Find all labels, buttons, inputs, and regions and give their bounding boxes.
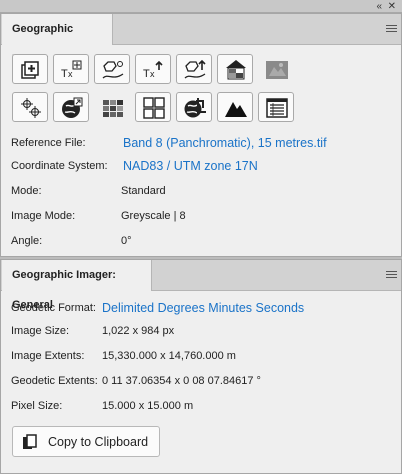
image-extents-label: Image Extents: [11,350,85,362]
globe-transform-icon [62,97,83,118]
attribute-table-button[interactable] [258,92,294,122]
terrain-button[interactable] [217,92,253,122]
geodetic-format-link[interactable]: Delimited Degrees Minutes Seconds [102,300,304,316]
text-transform-button[interactable]: Tx [53,54,89,84]
pixel-size-value: 15.000 x 15.000 m [102,400,194,412]
svg-text:x: x [150,69,155,79]
globe-crop-button[interactable] [176,92,212,122]
add-images-icon [21,61,39,79]
image-size-label: Image Size: [11,325,70,337]
tab-geographic-imager[interactable]: Geographic Imager [2,14,113,65]
disabled-raster-button [258,54,294,84]
mosaic-button[interactable] [217,54,253,84]
text-transform-icon: Tx [61,60,82,80]
window-title-bar: « ✕ [0,0,402,13]
tab-geographic-imager-general[interactable]: Geographic Imager: General [2,260,152,311]
globe-crop-icon [184,98,206,118]
collapse-panels-icon[interactable]: « [376,0,382,13]
mosaic-icon [226,60,246,80]
image-extents-value: 15,330.000 x 14,760.000 m [102,350,236,362]
add-images-button[interactable] [12,54,48,84]
geodetic-extents-label: Geodetic Extents: [11,375,98,387]
crosshair-icon [21,98,41,118]
geodetic-extents-value: 0 11 37.06354 x 0 08 07.84617 ° [102,375,261,387]
angle-label: Angle: [11,235,43,247]
geographic-imager-panel: Geographic Imager Tx Tx [0,13,402,257]
geographic-imager-general-panel: Geographic Imager: General Geodetic Form… [0,259,402,474]
image-mode-value: Greyscale | 8 [121,210,186,222]
attribute-table-icon [266,98,288,118]
terrain-icon [225,102,247,117]
tiles-icon [103,100,123,117]
panel-tabstrip: Geographic Imager [1,14,401,65]
panel-tabstrip: Geographic Imager: General [1,260,401,311]
geodetic-format-label: Geodetic Format: [11,302,96,314]
text-export-button[interactable]: Tx [135,54,171,84]
reference-file-label: Reference File: [11,137,86,149]
grid-icon [143,97,165,119]
georeference-icon [102,61,124,79]
reproject-icon [184,59,206,79]
text-export-icon: Tx [143,60,163,80]
copy-to-clipboard-button[interactable]: Copy to Clipboard [12,426,160,457]
svg-text:x: x [68,69,73,79]
pixel-size-label: Pixel Size: [11,400,63,412]
close-icon[interactable]: ✕ [388,0,396,13]
georeference-button[interactable] [94,54,130,84]
clipboard-icon [23,434,37,449]
panel-menu-icon[interactable] [386,271,397,279]
crosshair-button[interactable] [12,92,48,122]
disabled-raster-icon [266,61,288,79]
coordinate-system-link[interactable]: NAD83 / UTM zone 17N [123,158,258,174]
mode-value: Standard [121,185,166,197]
image-mode-label: Image Mode: [11,210,76,222]
globe-transform-button[interactable] [53,92,89,122]
angle-value: 0° [121,235,132,247]
image-size-value: 1,022 x 984 px [102,325,175,337]
mode-label: Mode: [11,185,42,197]
panel-menu-icon[interactable] [386,25,397,33]
tiles-button[interactable] [94,92,130,122]
reproject-button[interactable] [176,54,212,84]
svg-text:T: T [143,68,150,80]
copy-to-clipboard-label: Copy to Clipboard [48,435,149,449]
svg-text:T: T [61,68,68,80]
coordinate-system-label: Coordinate System: [11,160,108,172]
reference-file-link[interactable]: Band 8 (Panchromatic), 15 metres.tif [123,135,327,151]
grid-button[interactable] [135,92,171,122]
